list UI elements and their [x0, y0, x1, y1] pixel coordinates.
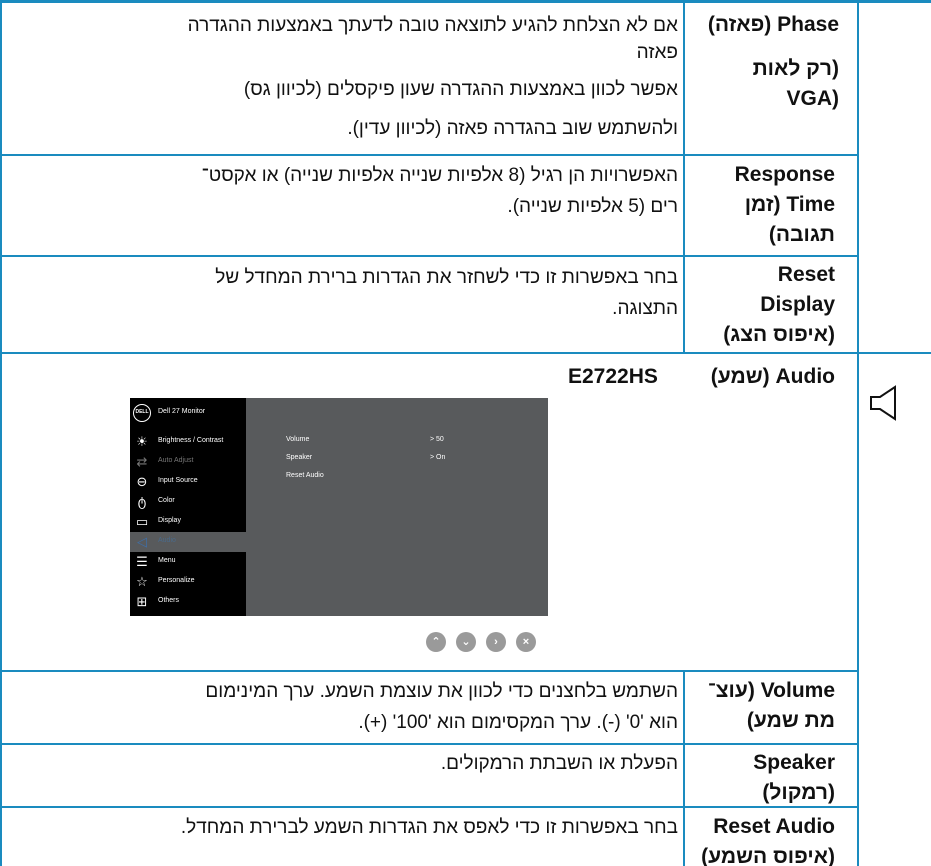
row-divider [0, 0, 931, 3]
osd-item-label: Menu [158, 557, 176, 564]
volume-title-line: מת שמע) [746, 709, 835, 732]
volume-description: השתמש בלחצנים כדי לכוון את עוצמת השמע. ע… [10, 676, 678, 738]
response-time-title: Response Time (זמן תגובה) [670, 160, 835, 250]
osd-item-audio: ◁ Audio [130, 532, 246, 552]
osd-sub-reset-audio: Reset Audio [286, 472, 324, 479]
column-divider [857, 0, 859, 866]
volume-desc-line: הוא '0' (-). ערך המקסימום הוא '100' (+). [358, 712, 678, 733]
osd-item-auto-adjust: ⇄ Auto Adjust [130, 452, 246, 472]
osd-item-label: Display [158, 517, 181, 524]
phase-desc-line: פאזה [636, 42, 678, 63]
column-divider [0, 0, 2, 866]
speaker-icon [870, 385, 896, 421]
response-time-description: האפשרויות הן רגיל (8 אלפיות שנייה אלפיות… [10, 160, 678, 222]
reset-display-description: בחר באפשרות זו כדי לשחזר את הגדרות ברירת… [10, 262, 678, 324]
close-button[interactable]: × [516, 632, 536, 652]
osd-item-personalize: ☆ Personalize [130, 572, 246, 592]
osd-item-label: Auto Adjust [158, 457, 194, 464]
osd-item-label: Audio [158, 537, 176, 544]
down-button[interactable]: ⌄ [456, 632, 476, 652]
osd-sub-volume: Volume [286, 436, 310, 443]
reset-audio-title-line: (איפוס השמע) [701, 845, 835, 866]
osd-item-label: Input Source [158, 477, 198, 484]
response-title-line: Time (זמן [744, 193, 835, 216]
row-divider [0, 670, 858, 672]
reset-audio-desc-line: בחר באפשרות זו כדי לאפס את הגדרות השמע ל… [180, 817, 678, 838]
reset-display-title-line: Reset [777, 263, 835, 286]
audio-title: Audio (שמע) [655, 362, 835, 392]
osd-item-label: Others [158, 597, 180, 604]
right-button[interactable]: › [486, 632, 506, 652]
response-desc-line: האפשרויות הן רגיל (8 אלפיות שנייה אלפיות… [201, 165, 678, 186]
osd-item-brightness: ☀ Brightness / Contrast [130, 432, 246, 452]
color-icon: ტ [137, 494, 147, 509]
reset-audio-title-line: Reset Audio [713, 815, 835, 838]
input-source-icon: ⊖ [136, 474, 148, 489]
brightness-icon: ☀ [136, 434, 148, 449]
row-divider [0, 255, 858, 257]
osd-sub-volume-value: > 50 [430, 436, 444, 443]
osd-header: DELL Dell 27 Monitor [130, 398, 246, 428]
row-divider [0, 154, 858, 156]
response-desc-line: רים (5 אלפיות שנייה). [507, 196, 678, 217]
speaker-title-line: (רמקול) [762, 781, 835, 804]
reset-display-title-line: Display [760, 293, 835, 316]
row-divider [0, 352, 931, 354]
phase-title-line: Phase (פאזה) [707, 13, 839, 36]
osd-sub-speaker-value: > On [430, 454, 446, 461]
auto-adjust-icon: ⇄ [136, 454, 148, 469]
phase-description: אם לא הצלחת להגיע לתוצאה טובה לדעתך באמצ… [10, 10, 678, 144]
document-page: Phase (פאזה) (רק לאות VGA) אם לא הצלחת ל… [0, 0, 931, 866]
audio-title-text: Audio (שמע) [710, 365, 835, 388]
reset-audio-title: Reset Audio (איפוס השמע) [660, 812, 835, 866]
dell-logo: DELL [133, 404, 151, 422]
volume-desc-line: השתמש בלחצנים כדי לכוון את עוצמת השמע. ע… [205, 681, 678, 702]
osd-item-display: ▭ Display [130, 512, 246, 532]
phase-title-line: (רק לאות [752, 57, 839, 80]
osd-item-label: Color [158, 497, 175, 504]
osd-item-label: Brightness / Contrast [158, 437, 224, 444]
star-icon: ☆ [136, 574, 148, 589]
reset-display-desc-line: התצוגה. [612, 298, 678, 319]
row-divider [0, 743, 858, 745]
volume-title: Volume (עוצ־ מת שמע) [665, 676, 835, 736]
model-name: E2722HS [568, 365, 658, 388]
osd-main-menu: DELL Dell 27 Monitor ☀ Brightness / Cont… [130, 398, 246, 616]
osd-item-label: Personalize [158, 577, 195, 584]
osd-sub-speaker: Speaker [286, 454, 313, 461]
osd-item-color: ტ Color [130, 492, 246, 512]
reset-display-desc-line: בחר באפשרות זו כדי לשחזר את הגדרות ברירת… [215, 267, 678, 288]
phase-title-line: VGA) [786, 87, 840, 110]
phase-desc-line: ולהשתמש שוב בהגדרה פאזה (לכיוון עדין). [347, 118, 678, 139]
osd-item-input-source: ⊖ Input Source [130, 472, 246, 492]
osd-menu-screenshot: DELL Dell 27 Monitor ☀ Brightness / Cont… [130, 398, 548, 616]
reset-display-title-line: (איפוס הצג) [723, 323, 835, 346]
others-icon: ⊞ [136, 594, 148, 609]
volume-title-line: Volume (עוצ־ [707, 679, 835, 702]
up-button[interactable]: ⌃ [426, 632, 446, 652]
osd-item-menu: ☰ Menu [130, 552, 246, 572]
speaker-description: הפעלת או השבתת הרמקולים. [10, 748, 678, 779]
speaker-title-line: Speaker [753, 751, 835, 774]
osd-item-others: ⊞ Others [130, 592, 246, 612]
menu-icon: ☰ [136, 554, 148, 569]
phase-desc-line: אפשר לכוון באמצעות ההגדרה שעון פיקסלים (… [243, 79, 678, 100]
reset-display-title: Reset Display (איפוס הצג) [670, 260, 835, 350]
speaker-desc-line: הפעלת או השבתת הרמקולים. [440, 753, 678, 774]
speaker-title: Speaker (רמקול) [670, 748, 835, 808]
reset-audio-description: בחר באפשרות זו כדי לאפס את הגדרות השמע ל… [10, 812, 678, 843]
display-icon: ▭ [135, 514, 149, 529]
response-title-line: תגובה) [768, 223, 835, 246]
osd-title: Dell 27 Monitor [158, 408, 206, 415]
phase-title: Phase (פאזה) (רק לאות VGA) [674, 10, 839, 114]
audio-icon: ◁ [137, 534, 147, 549]
response-title-line: Response [734, 163, 835, 186]
